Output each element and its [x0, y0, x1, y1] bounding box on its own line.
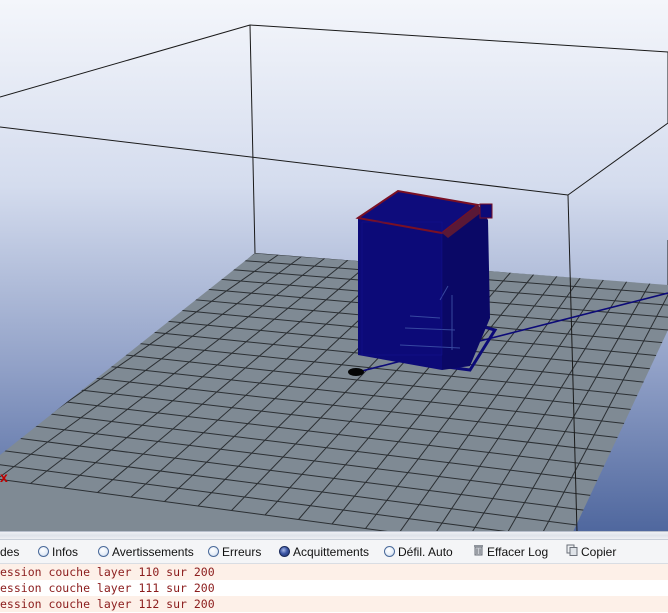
- printed-object: [355, 189, 498, 372]
- filter-errors-radio[interactable]: Erreurs: [208, 544, 261, 560]
- filter-warnings-radio[interactable]: Avertissements: [98, 544, 194, 560]
- tab-commandes-label: des: [0, 545, 20, 559]
- tab-commandes[interactable]: des: [0, 544, 19, 560]
- log-line: ession couche layer 111 sur 200: [0, 580, 668, 596]
- clear-log-label: Effacer Log: [487, 545, 549, 559]
- filter-infos-radio[interactable]: Infos: [38, 544, 78, 560]
- filter-acks-radio[interactable]: Acquittements: [279, 544, 369, 560]
- copy-icon: [566, 544, 578, 560]
- log-toolbar: des Infos Avertissements Erreurs Acquitt…: [0, 540, 668, 564]
- filter-warnings-label: Avertissements: [112, 545, 194, 559]
- log-line: ession couche layer 110 sur 200: [0, 564, 668, 580]
- trash-icon: [473, 544, 484, 560]
- radio-icon: [208, 546, 219, 558]
- radio-icon: [384, 546, 395, 558]
- auto-scroll-label: Défil. Auto: [398, 545, 453, 559]
- auto-scroll-radio[interactable]: Défil. Auto: [384, 544, 453, 560]
- x-axis-label: x: [0, 469, 8, 485]
- log-output[interactable]: ession couche layer 110 sur 200 ession c…: [0, 564, 668, 613]
- radio-icon: [98, 546, 109, 558]
- 3d-preview-viewport[interactable]: x: [0, 0, 668, 532]
- copy-label: Copier: [581, 545, 617, 559]
- log-line: ession couche layer 112 sur 200: [0, 596, 668, 612]
- nozzle-start-marker: [348, 368, 364, 376]
- filter-infos-label: Infos: [52, 545, 79, 559]
- filter-errors-label: Erreurs: [222, 545, 262, 559]
- copy-button[interactable]: Copier: [566, 544, 616, 560]
- radio-icon: [38, 546, 49, 558]
- panel-splitter[interactable]: [0, 531, 668, 540]
- radio-checked-icon: [279, 546, 290, 558]
- clear-log-button[interactable]: Effacer Log: [473, 544, 548, 560]
- filter-acks-label: Acquittements: [293, 545, 370, 559]
- 3d-scene[interactable]: x: [0, 0, 668, 532]
